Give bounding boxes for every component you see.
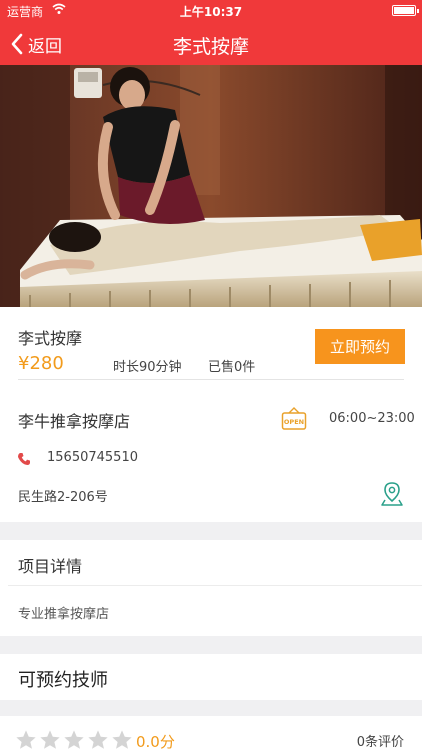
business-hours: 06:00~23:00 xyxy=(329,411,415,426)
product-duration: 时长90分钟 xyxy=(113,360,182,375)
technicians-title: 可预约技师 xyxy=(18,670,108,691)
star-icon xyxy=(40,730,60,749)
star-icon xyxy=(16,730,36,749)
star-icon xyxy=(112,730,132,749)
open-sign-icon: OPEN xyxy=(281,407,307,435)
detail-title: 项目详情 xyxy=(18,557,83,576)
battery-icon xyxy=(392,5,419,16)
store-address: 民生路2-206号 xyxy=(18,490,108,505)
technicians-section: 可预约技师 xyxy=(0,654,422,700)
divider xyxy=(18,379,404,380)
store-name: 李牛推拿按摩店 xyxy=(18,412,131,431)
product-sold-count: 已售0件 xyxy=(208,360,256,375)
divider xyxy=(8,585,422,586)
rating-stars xyxy=(15,729,133,750)
product-name: 李式按摩 xyxy=(18,329,83,348)
service-photo xyxy=(0,65,422,307)
store-phone[interactable]: 15650745510 xyxy=(47,450,138,465)
phone-icon[interactable] xyxy=(17,451,31,470)
review-count[interactable]: 0条评价 xyxy=(357,731,404,750)
star-icon xyxy=(64,730,84,749)
rating-score: 0.0分 xyxy=(136,733,175,750)
nav-bar: 返回 李式按摩 xyxy=(0,22,422,65)
open-sign-text: OPEN xyxy=(284,418,304,426)
page-title: 李式按摩 xyxy=(172,36,249,58)
book-now-button[interactable]: 立即预约 xyxy=(315,329,405,364)
product-price: ¥280 xyxy=(18,353,64,374)
detail-card: 项目详情 专业推拿按摩店 xyxy=(0,540,422,636)
status-bar: 运营商 上午10:37 xyxy=(0,0,422,22)
detail-text: 专业推拿按摩店 xyxy=(18,607,110,622)
product-card: 李式按摩 ¥280 时长90分钟 已售0件 立即预约 李牛推拿按摩店 OPEN … xyxy=(0,307,422,522)
star-icon xyxy=(88,730,108,749)
map-pin-icon[interactable] xyxy=(381,481,403,511)
status-time: 上午10:37 xyxy=(179,5,243,19)
review-row[interactable]: 0.0分 0条评价 xyxy=(0,716,422,750)
